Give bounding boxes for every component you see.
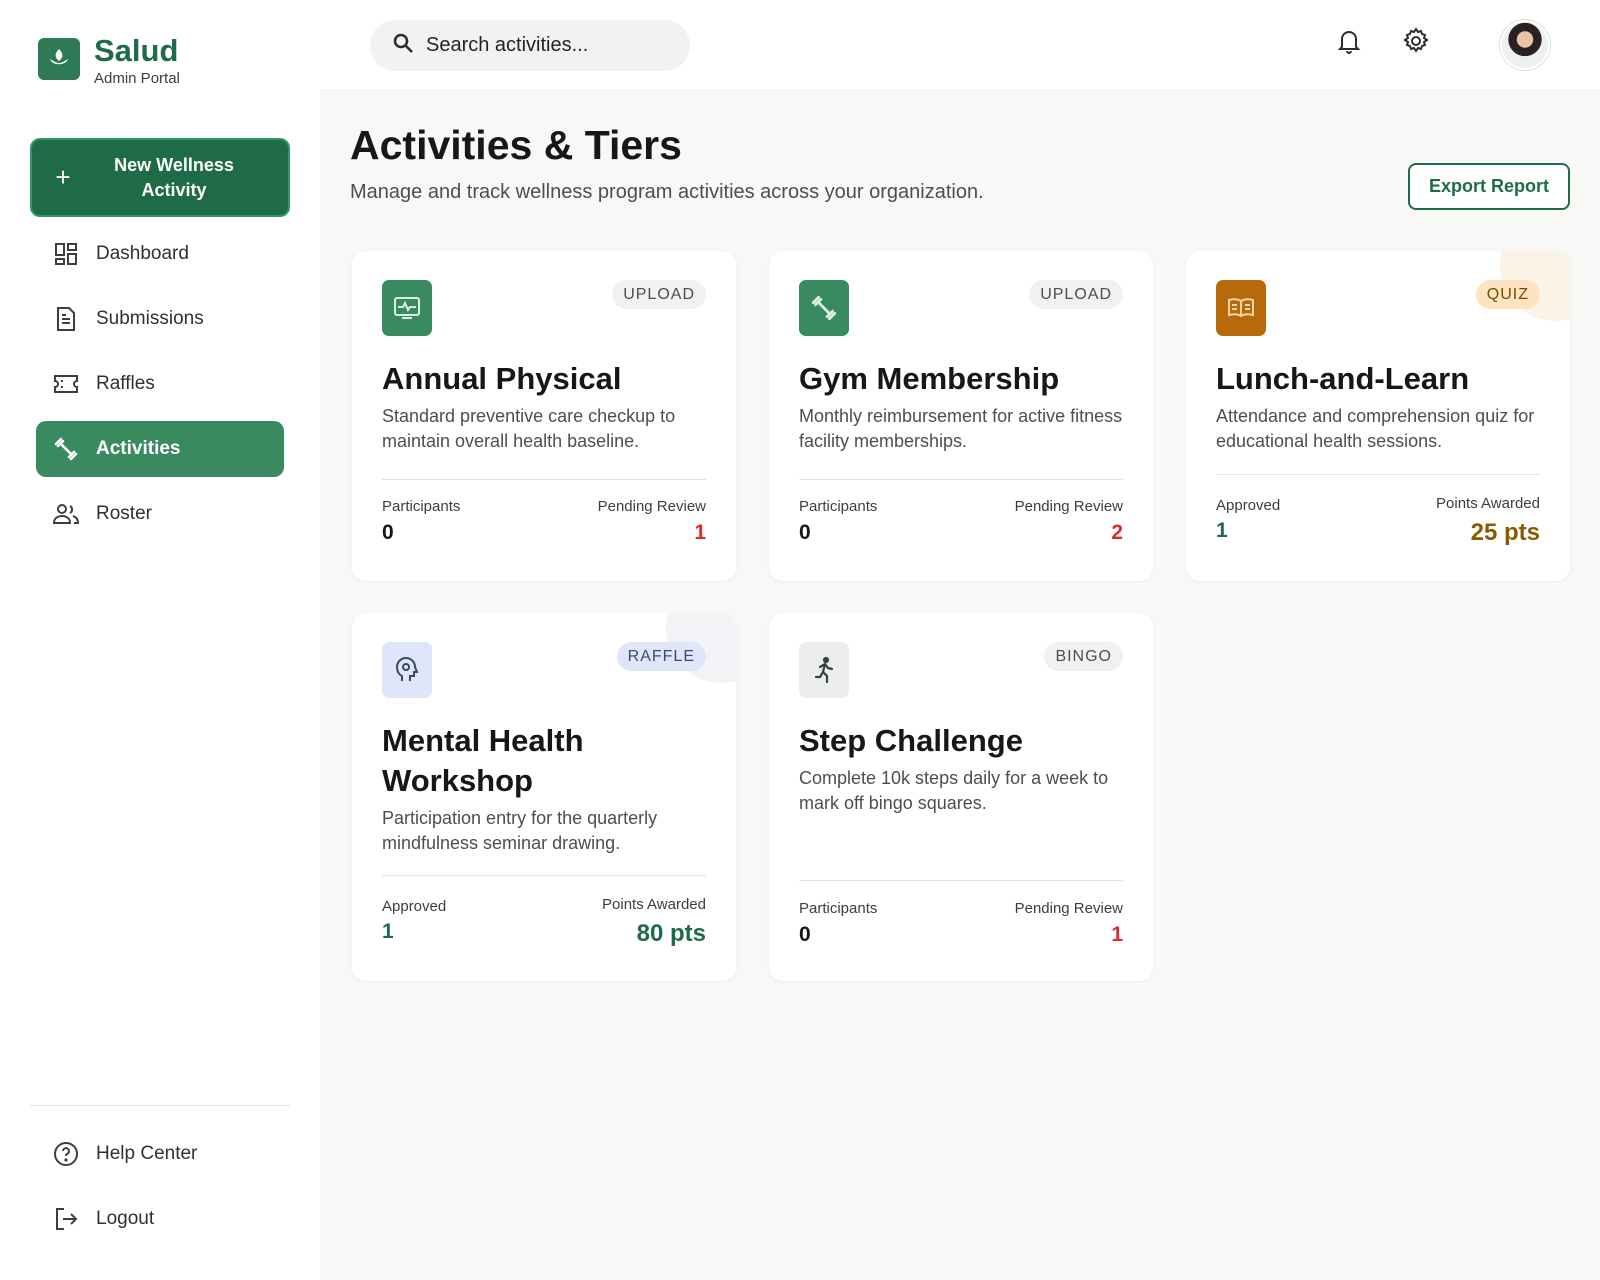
settings-button[interactable] — [1399, 26, 1433, 60]
activity-card-step-challenge[interactable]: BINGO Step Challenge Complete 10k steps … — [769, 613, 1153, 981]
stat-label: Pending Review — [1014, 498, 1123, 515]
bottom-nav: Help Center Logout — [36, 1126, 284, 1256]
sidebar-item-activities[interactable]: Activities — [36, 421, 284, 477]
plus-icon: + — [55, 162, 71, 192]
activity-type-badge: QUIZ — [1475, 280, 1540, 309]
card-divider — [382, 479, 706, 480]
sidebar-item-submissions[interactable]: Submissions — [36, 291, 284, 347]
activity-card-lunch-and-learn[interactable]: QUIZ Lunch-and-Learn Attendance and comp… — [1186, 251, 1570, 581]
stat-value: 1 — [382, 920, 394, 943]
points-awarded: 25 pts — [1470, 519, 1540, 546]
user-avatar[interactable] — [1500, 20, 1550, 70]
sidebar-item-label: Roster — [96, 503, 152, 524]
stat-value: 1 — [1216, 519, 1228, 542]
sidebar-item-help-center[interactable]: Help Center — [36, 1126, 284, 1182]
stat-value: 0 — [382, 521, 394, 544]
mind-icon — [382, 642, 432, 698]
health-monitor-icon — [382, 280, 432, 336]
sidebar-item-raffles[interactable]: Raffles — [36, 356, 284, 412]
dumbbell-icon — [52, 435, 80, 463]
sidebar: Salud Admin Portal + New Wellness Activi… — [0, 0, 320, 1280]
running-icon — [799, 642, 849, 698]
stat-value: 0 — [799, 521, 811, 544]
app-name: Salud — [94, 33, 179, 68]
stat-value: 0 — [799, 923, 811, 946]
sidebar-item-label: Activities — [96, 438, 181, 459]
page-subtitle: Manage and track wellness program activi… — [350, 181, 984, 203]
activity-card-annual-physical[interactable]: UPLOAD Annual Physical Standard preventi… — [352, 251, 736, 581]
stat-label: Points Awarded — [1436, 495, 1540, 512]
search-input[interactable] — [426, 34, 666, 57]
sidebar-divider — [30, 1105, 290, 1106]
stat-label: Participants — [382, 498, 461, 515]
pending-count: 1 — [694, 521, 706, 544]
activity-type-badge: UPLOAD — [612, 280, 706, 309]
stat-label: Pending Review — [597, 498, 706, 515]
activity-description: Monthly reimbursement for active fitness… — [799, 406, 1123, 451]
activity-type-badge: UPLOAD — [1029, 280, 1123, 309]
pending-count: 1 — [1111, 923, 1123, 946]
sidebar-item-label: Submissions — [96, 308, 204, 329]
app-subtitle: Admin Portal — [94, 70, 180, 87]
activity-title: Lunch-and-Learn — [1216, 361, 1470, 396]
activity-type-badge: RAFFLE — [616, 642, 706, 671]
ticket-icon — [52, 370, 80, 398]
gear-icon — [1402, 26, 1430, 60]
points-awarded: 80 pts — [636, 920, 706, 947]
card-divider — [799, 479, 1123, 480]
new-activity-button[interactable]: + New Wellness Activity — [30, 138, 290, 217]
sidebar-item-dashboard[interactable]: Dashboard — [36, 226, 284, 282]
notifications-button[interactable] — [1332, 26, 1366, 60]
brand[interactable]: Salud Admin Portal — [38, 34, 180, 87]
bell-icon — [1337, 28, 1361, 59]
logout-icon — [52, 1205, 80, 1233]
logo-icon — [38, 38, 80, 80]
activity-title: Mental Health Workshop — [382, 723, 584, 798]
stat-label: Participants — [799, 900, 878, 917]
stat-label: Approved — [382, 898, 447, 915]
activity-description: Standard preventive care checkup to main… — [382, 406, 676, 451]
stat-label: Pending Review — [1014, 900, 1123, 917]
sidebar-item-logout[interactable]: Logout — [36, 1191, 284, 1247]
stat-label: Points Awarded — [602, 896, 706, 913]
activity-type-badge: BINGO — [1044, 642, 1123, 671]
pending-count: 2 — [1111, 521, 1123, 544]
activity-card-mental-health-workshop[interactable]: RAFFLE Mental Health Workshop Participat… — [352, 613, 736, 981]
book-icon — [1216, 280, 1266, 336]
stat-label: Participants — [799, 498, 878, 515]
sidebar-item-label: Dashboard — [96, 243, 189, 264]
top-bar — [320, 0, 1600, 91]
card-divider — [382, 875, 706, 876]
activity-title: Annual Physical — [382, 361, 622, 396]
sidebar-item-label: Raffles — [96, 373, 155, 394]
dumbbell-icon — [799, 280, 849, 336]
export-report-button[interactable]: Export Report — [1408, 163, 1570, 210]
dashboard-icon — [52, 240, 80, 268]
sidebar-item-label: Logout — [96, 1208, 155, 1229]
main-nav: Dashboard Submissions Raffles Activities… — [36, 226, 284, 551]
people-icon — [52, 500, 80, 528]
sidebar-item-label: Help Center — [96, 1143, 198, 1164]
activity-title: Gym Membership — [799, 361, 1060, 396]
card-divider — [799, 880, 1123, 881]
search-bar[interactable] — [370, 20, 690, 71]
activity-title: Step Challenge — [799, 723, 1023, 758]
activity-description: Participation entry for the quarterly mi… — [382, 808, 658, 853]
stat-label: Approved — [1216, 497, 1281, 514]
card-divider — [1216, 474, 1540, 475]
activity-description: Complete 10k steps daily for a week to m… — [799, 768, 1109, 813]
new-activity-label-line1: New Wellness — [114, 154, 234, 175]
sidebar-item-roster[interactable]: Roster — [36, 486, 284, 542]
new-activity-label-line2: Activity — [141, 179, 207, 200]
activity-card-gym-membership[interactable]: UPLOAD Gym Membership Monthly reimbursem… — [769, 251, 1153, 581]
help-icon — [52, 1140, 80, 1168]
document-icon — [52, 305, 80, 333]
activity-description: Attendance and comprehension quiz for ed… — [1216, 406, 1535, 451]
page-title: Activities & Tiers — [350, 122, 682, 168]
search-icon — [392, 32, 414, 59]
